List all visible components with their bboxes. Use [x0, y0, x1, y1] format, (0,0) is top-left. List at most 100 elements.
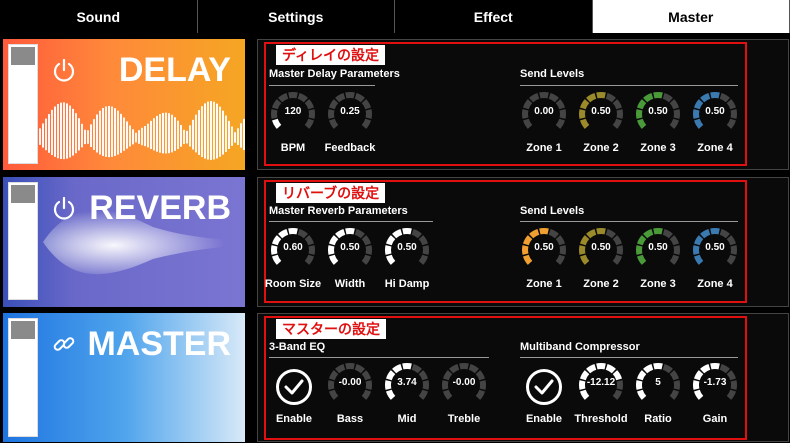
knob-arc-track [354, 363, 365, 374]
reverb-send-zone-3[interactable]: 0.50 [635, 227, 681, 273]
reverb-knob-3[interactable]: 0.50 [384, 227, 430, 273]
delay-send-zone-2[interactable]: 0.50 [578, 91, 624, 137]
compressor-title: Multiband Compressor [520, 341, 640, 353]
knob-value: 0.50 [705, 242, 725, 253]
power-icon[interactable] [51, 195, 77, 221]
knob-arc-filled [700, 363, 711, 374]
knob-arc-track [411, 228, 422, 239]
eq-knob-treble[interactable]: -0.00 [441, 362, 487, 408]
knob-value: 0.50 [591, 106, 611, 117]
checkmark-icon [284, 379, 304, 395]
delay-send-zone-3[interactable]: 0.50 [635, 91, 681, 137]
knob-arc-filled [605, 363, 616, 374]
fader-handle[interactable] [11, 185, 35, 203]
knob-arc-filled [636, 118, 647, 129]
knob-arc-track [662, 92, 673, 103]
knob-arc-filled [586, 92, 597, 103]
knob-arc-track [719, 92, 730, 103]
knob-arc-track [361, 118, 372, 129]
reverb-volume-fader[interactable] [8, 182, 38, 300]
tab-sound[interactable]: Sound [0, 0, 198, 33]
knob-arc-track [605, 92, 616, 103]
delay-knob-feedback[interactable]: 0.25 [327, 91, 373, 137]
reverb-knob-1[interactable]: 0.60 [270, 227, 316, 273]
knob-arc-filled [643, 363, 654, 374]
knob-arc-filled [385, 389, 396, 400]
knob-arc-track [612, 118, 623, 129]
tab-effect[interactable]: Effect [395, 0, 593, 33]
knob-value: -1.73 [703, 377, 727, 388]
reverb-params-title: Master Reverb Parameters [269, 205, 408, 217]
knob-value: -12.12 [586, 377, 616, 388]
delay-side-panel: DELAY [3, 39, 245, 170]
knob-arc-track [442, 389, 453, 400]
knob-value: 0.50 [648, 242, 668, 253]
knob-arc-track [361, 389, 372, 400]
knob-arc-track [475, 389, 486, 400]
delay-sends-title: Send Levels [520, 68, 585, 80]
knob-arc-filled [271, 118, 282, 129]
knob-arc-track [328, 118, 339, 129]
reverb-send-zone-2[interactable]: 0.50 [578, 227, 624, 273]
knob-value: 0.50 [648, 106, 668, 117]
knob-arc-track [304, 118, 315, 129]
compressor-enable-toggle[interactable] [526, 369, 562, 405]
knob-arc-filled [522, 254, 533, 265]
divider [269, 85, 375, 86]
knob-arc-track [468, 363, 479, 374]
compressor-knob-ratio[interactable]: 5 [635, 362, 681, 408]
compressor-knob-gain[interactable]: -1.73 [692, 362, 738, 408]
knob-arc-filled [700, 228, 711, 239]
knob-arc-filled [586, 363, 597, 374]
knob-label: Hi Damp [384, 278, 430, 290]
knob-arc-track [354, 92, 365, 103]
knob-arc-filled [328, 254, 339, 265]
knob-arc-filled [693, 254, 704, 265]
divider [520, 357, 738, 358]
knob-arc-track [354, 228, 365, 239]
delay-send-zone-4[interactable]: 0.50 [692, 91, 738, 137]
knob-arc-track [612, 389, 623, 400]
reverb-send-zone-4[interactable]: 0.50 [692, 227, 738, 273]
knob-arc-track [297, 228, 308, 239]
delay-knob-bpm[interactable]: 120 [270, 91, 316, 137]
knob-arc-track [418, 254, 429, 265]
delay-volume-fader[interactable] [8, 44, 38, 164]
compressor-enable-label: Enable [525, 413, 563, 425]
knob-arc-track [328, 389, 339, 400]
knob-arc-track [522, 118, 533, 129]
knob-arc-track [335, 92, 346, 103]
knob-arc-track [297, 92, 308, 103]
eq-knob-mid[interactable]: 3.74 [384, 362, 430, 408]
knob-arc-track [418, 389, 429, 400]
knob-arc-track [548, 92, 559, 103]
delay-send-zone-1[interactable]: 0.00 [521, 91, 567, 137]
fader-handle[interactable] [11, 47, 35, 65]
delay-title: DELAY [118, 51, 231, 89]
compressor-knob-threshold[interactable]: -12.12 [578, 362, 624, 408]
eq-knob-bass[interactable]: -0.00 [327, 362, 373, 408]
knob-arc-track [669, 389, 680, 400]
eq-enable-toggle[interactable] [276, 369, 312, 405]
knob-arc-track [411, 363, 422, 374]
power-icon[interactable] [51, 57, 77, 83]
delay-settings-tag: ディレイの設定 [276, 45, 386, 65]
knob-arc-filled [636, 254, 647, 265]
tab-master[interactable]: Master [592, 0, 790, 33]
tab-settings[interactable]: Settings [197, 0, 395, 33]
reverb-knob-2[interactable]: 0.50 [327, 227, 373, 273]
link-icon[interactable] [51, 331, 77, 357]
master-volume-fader[interactable] [8, 318, 38, 437]
fader-handle[interactable] [11, 321, 35, 339]
knob-arc-track [719, 363, 730, 374]
reverb-sends-title: Send Levels [520, 205, 585, 217]
knob-arc-filled [392, 228, 403, 239]
knob-arc-filled [579, 254, 590, 265]
knob-arc-track [719, 228, 730, 239]
knob-value: 0.50 [591, 242, 611, 253]
knob-arc-track [335, 363, 346, 374]
reverb-send-zone-1[interactable]: 0.50 [521, 227, 567, 273]
knob-value: 0.60 [283, 242, 303, 253]
knob-arc-track [669, 254, 680, 265]
knob-arc-track [612, 254, 623, 265]
